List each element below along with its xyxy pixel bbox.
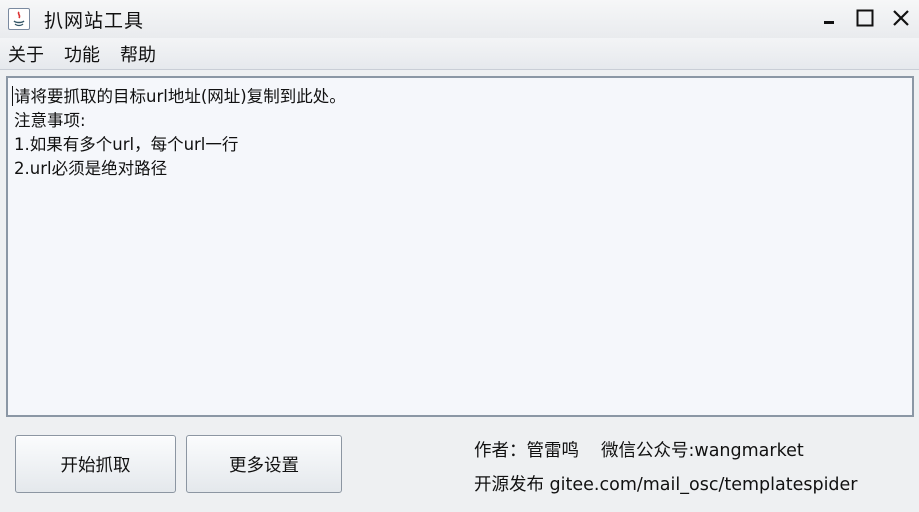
menu-help[interactable]: 帮助 [120,41,156,67]
text-cursor [12,86,13,106]
url-textarea[interactable]: 请将要抓取的目标url地址(网址)复制到此处。 注意事项: 1.如果有多个url… [8,78,912,415]
window-title: 扒网站工具 [44,9,145,32]
title-bar[interactable]: 扒网站工具 [0,0,919,38]
minimize-icon[interactable] [817,4,841,32]
author-label: 作者：管雷鸣 [474,441,579,461]
close-icon[interactable] [889,4,913,32]
java-app-icon [8,8,30,30]
menu-about[interactable]: 关于 [8,41,44,67]
author-info: 作者：管雷鸣 微信公众号:wangmarket [474,437,804,462]
more-settings-button[interactable]: 更多设置 [186,435,342,493]
menu-bar: 关于 功能 帮助 [0,38,919,70]
start-crawl-button[interactable]: 开始抓取 [15,435,176,493]
menu-features[interactable]: 功能 [64,41,100,67]
window-controls [817,4,913,32]
url-textarea-container: 请将要抓取的目标url地址(网址)复制到此处。 注意事项: 1.如果有多个url… [6,76,914,417]
wechat-label: 微信公众号:wangmarket [601,441,804,461]
open-source-info: 开源发布 gitee.com/mail_osc/templatespider [474,475,858,495]
maximize-icon[interactable] [853,4,877,32]
